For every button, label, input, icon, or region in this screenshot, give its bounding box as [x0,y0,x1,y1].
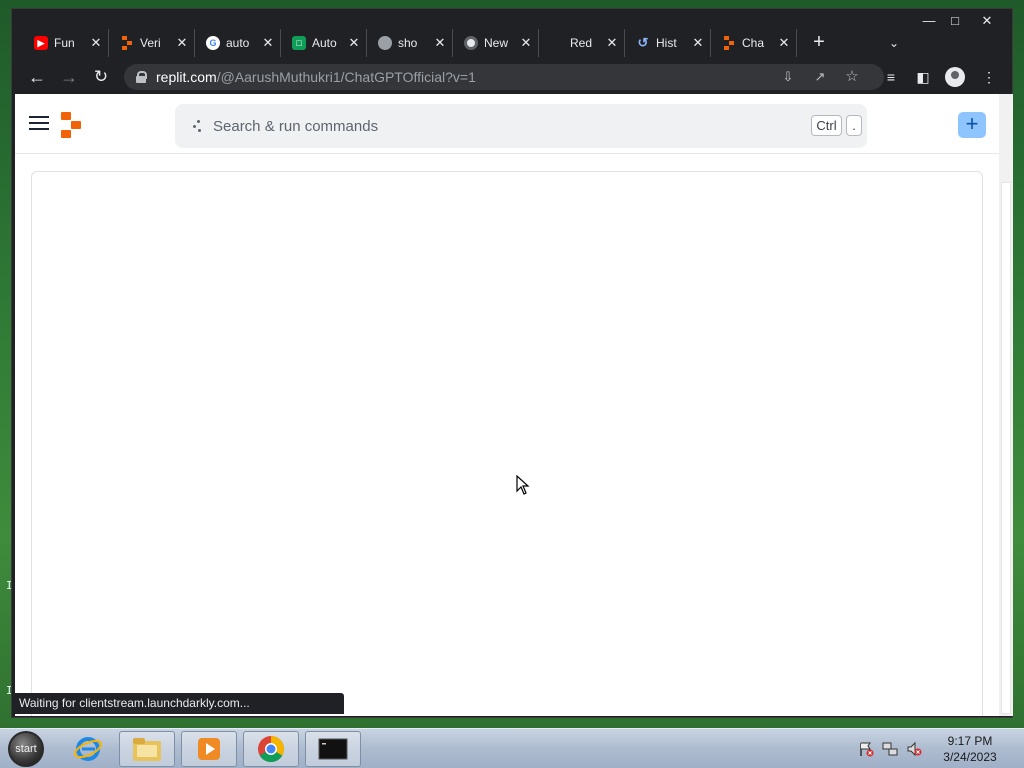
tab-title: Cha [742,36,765,50]
tab-title: Red [570,36,593,50]
google-icon: G [206,36,220,50]
browser-window: — □ ✕ ▶ Fun ✕ Veri ✕ G auto ✕ □ Auto ✕ s… [11,8,1013,718]
tab-sheets[interactable]: □ Auto ✕ [282,29,367,57]
tab-web[interactable]: sho ✕ [368,29,453,57]
globe-icon [378,36,392,50]
maximize-button[interactable]: □ [942,11,968,31]
network-icon[interactable] [882,741,898,757]
tab-strip: — □ ✕ ▶ Fun ✕ Veri ✕ G auto ✕ □ Auto ✕ s… [12,9,1012,61]
close-tab-icon[interactable]: ✕ [604,35,620,51]
shortcut-ctrl-key: Ctrl [811,115,842,136]
minimize-button[interactable]: — [916,11,942,31]
close-tab-icon[interactable]: ✕ [432,35,448,51]
youtube-icon: ▶ [34,36,48,50]
bookmark-star-icon[interactable]: ☆ [842,68,862,86]
internet-explorer-icon[interactable] [60,731,116,767]
search-placeholder: Search & run commands [213,117,379,135]
close-tab-icon[interactable]: ✕ [776,35,792,51]
menu-icon[interactable] [29,116,49,132]
tab-title: sho [398,36,418,50]
tab-search-button[interactable]: ⌄ [884,31,904,55]
browser-toolbar: ← → ↻ replit.com /@AarushMuthukri1/ChatG… [12,61,1012,93]
back-button[interactable]: ← [24,65,50,89]
tab-title: Veri [140,36,161,50]
tab-title: New [484,36,509,50]
file-explorer-icon[interactable] [119,731,175,767]
clock-time: 9:17 PM [947,734,993,748]
close-tab-icon[interactable]: ✕ [690,35,706,51]
replit-icon [120,36,134,50]
tab-title: Auto [312,36,337,50]
volume-muted-icon[interactable] [906,741,922,757]
new-tab-button[interactable]: + [807,31,831,55]
close-tab-icon[interactable]: ✕ [346,35,362,51]
page-viewport: Search & run commands Ctrl . + [15,94,999,716]
terminal-icon[interactable] [305,731,361,767]
chrome-taskbar-icon[interactable] [243,731,299,767]
close-tab-icon[interactable]: ✕ [88,35,104,51]
tab-reddit[interactable]: Red ✕ [540,29,625,57]
reload-button[interactable]: ↻ [88,65,114,89]
replit-icon [722,36,736,50]
sheets-icon: □ [292,36,306,50]
tab-title: Hist [656,36,677,50]
create-repl-button[interactable]: + [958,112,986,138]
close-window-button[interactable]: ✕ [974,11,1000,31]
tab-google[interactable]: G auto ✕ [196,29,281,57]
content-panel [31,171,983,716]
tab-history[interactable]: ↺ Hist ✕ [626,29,711,57]
chrome-icon [464,36,478,50]
page-scrollbar[interactable] [999,94,1013,716]
profile-avatar[interactable] [945,67,965,87]
system-clock[interactable]: 9:17 PM 3/24/2023 [936,733,1004,765]
more-menu-icon[interactable]: ⋮ [978,65,1000,89]
shortcut-dot-key: . [846,115,862,136]
command-icon [193,120,203,132]
side-panel-icon[interactable]: ◧ [912,65,934,89]
install-app-icon[interactable]: ⇩ [778,68,798,86]
url-domain: replit.com [156,69,217,85]
taskbar: start 9:17 PM 3/24/2023 [0,728,1024,768]
tab-title: Fun [54,36,75,50]
address-bar[interactable]: replit.com /@AarushMuthukri1/ChatGPTOffi… [124,64,884,90]
close-tab-icon[interactable]: ✕ [260,35,276,51]
url-path: /@AarushMuthukri1/ChatGPTOfficial?v=1 [216,69,476,85]
start-button[interactable]: start [8,731,44,767]
status-bubble: Waiting for clientstream.launchdarkly.co… [13,693,344,714]
scrollbar-thumb[interactable] [1001,182,1011,714]
tab-replit-chat[interactable]: Cha ✕ [712,29,797,57]
blank-icon [550,36,564,50]
tab-youtube[interactable]: ▶ Fun ✕ [24,29,109,57]
history-icon: ↺ [637,35,649,50]
tab-title: auto [226,36,250,50]
mouse-cursor-icon [516,475,530,495]
tab-replit-verify[interactable]: Veri ✕ [110,29,195,57]
close-tab-icon[interactable]: ✕ [518,35,534,51]
close-tab-icon[interactable]: ✕ [174,35,190,51]
lock-icon [136,71,147,83]
tab-new-tab[interactable]: New ✕ [454,29,539,57]
command-search-bar[interactable]: Search & run commands Ctrl . [175,104,867,148]
reading-list-icon[interactable]: ≡ [880,65,902,89]
clock-date: 3/24/2023 [943,750,997,764]
replit-logo-icon[interactable] [61,112,83,138]
media-player-icon[interactable] [181,731,237,767]
action-center-flag-icon[interactable] [858,741,874,757]
replit-header: Search & run commands Ctrl . + [15,94,999,154]
forward-button[interactable]: → [56,65,82,89]
share-icon[interactable]: ↗ [810,68,830,86]
